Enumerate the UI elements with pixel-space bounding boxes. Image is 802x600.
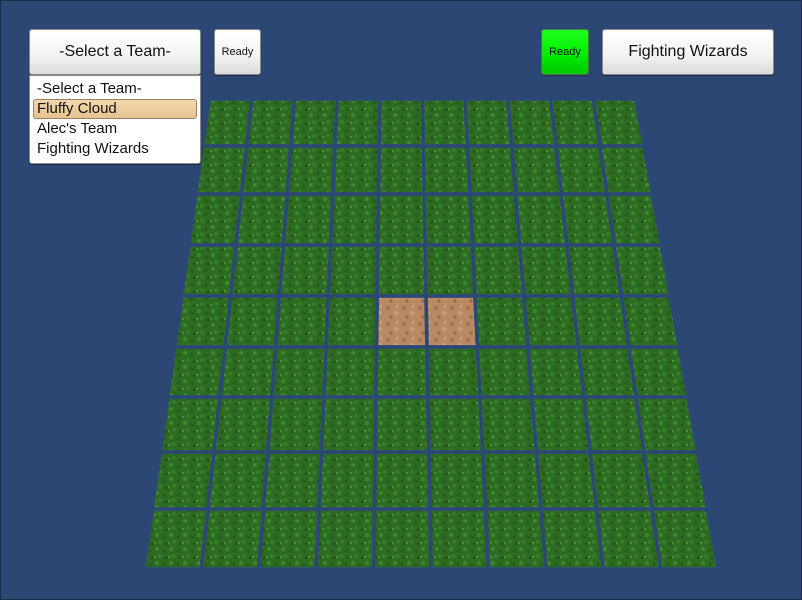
grass-tile[interactable] xyxy=(378,246,425,295)
grass-tile[interactable] xyxy=(329,246,377,295)
grass-tile[interactable] xyxy=(562,195,613,244)
grass-tile[interactable] xyxy=(516,195,566,244)
grass-tile[interactable] xyxy=(466,100,511,145)
dropdown-option[interactable]: Alec's Team xyxy=(33,119,197,139)
team-select-right[interactable]: Fighting Wizards xyxy=(602,29,774,75)
grass-tile[interactable] xyxy=(542,510,602,568)
grass-tile[interactable] xyxy=(284,195,332,244)
grass-tile[interactable] xyxy=(585,398,643,451)
grass-tile[interactable] xyxy=(428,348,479,396)
grass-tile[interactable] xyxy=(320,453,374,508)
grass-tile[interactable] xyxy=(608,195,661,244)
grass-tile[interactable] xyxy=(375,453,429,508)
grass-tile[interactable] xyxy=(202,510,263,568)
grass-tile[interactable] xyxy=(175,297,230,346)
grass-tile[interactable] xyxy=(429,398,482,451)
grass-tile[interactable] xyxy=(215,398,271,451)
grass-tile[interactable] xyxy=(226,297,279,346)
grass-tile[interactable] xyxy=(242,147,290,193)
grass-tile[interactable] xyxy=(512,147,560,193)
grass-tile[interactable] xyxy=(529,348,583,396)
grass-tile[interactable] xyxy=(637,398,697,451)
grass-tile[interactable] xyxy=(231,246,283,295)
grass-tile[interactable] xyxy=(327,297,376,346)
grass-tile[interactable] xyxy=(557,147,606,193)
grass-tile[interactable] xyxy=(161,398,219,451)
dropdown-option[interactable]: Fighting Wizards xyxy=(33,139,197,159)
grass-tile[interactable] xyxy=(374,510,430,568)
grass-tile[interactable] xyxy=(622,297,679,346)
grass-tile[interactable] xyxy=(376,398,428,451)
grass-tile[interactable] xyxy=(334,147,378,193)
grass-tile[interactable] xyxy=(568,246,621,295)
grass-tile[interactable] xyxy=(423,100,467,145)
team-dropdown-list[interactable]: -Select a Team- Fluffy Cloud Alec's Team… xyxy=(29,75,201,164)
grass-tile[interactable] xyxy=(209,453,267,508)
grass-tile[interactable] xyxy=(288,147,334,193)
grass-tile[interactable] xyxy=(520,246,572,295)
grass-tile[interactable] xyxy=(145,510,207,568)
grass-tile[interactable] xyxy=(615,246,670,295)
grass-tile[interactable] xyxy=(426,246,474,295)
grass-tile[interactable] xyxy=(653,510,717,568)
grass-tile[interactable] xyxy=(273,348,325,396)
grass-tile[interactable] xyxy=(377,348,427,396)
grass-tile[interactable] xyxy=(379,147,423,193)
ready-button-right[interactable]: Ready xyxy=(541,29,589,75)
grass-tile[interactable] xyxy=(594,100,643,145)
grass-tile[interactable] xyxy=(630,348,687,396)
grass-tile[interactable] xyxy=(483,453,540,508)
grass-tile[interactable] xyxy=(221,348,275,396)
grass-tile[interactable] xyxy=(183,246,235,295)
grass-tile[interactable] xyxy=(478,348,531,396)
grass-tile[interactable] xyxy=(336,100,379,145)
grass-tile[interactable] xyxy=(645,453,707,508)
grass-tile[interactable] xyxy=(197,147,246,193)
grass-tile[interactable] xyxy=(190,195,241,244)
grass-tile[interactable] xyxy=(473,246,523,295)
grass-tile[interactable] xyxy=(476,297,527,346)
grass-tile[interactable] xyxy=(260,510,318,568)
grass-tile[interactable] xyxy=(292,100,336,145)
team-select-dropdown[interactable]: -Select a Team- xyxy=(29,29,201,75)
dropdown-option[interactable]: -Select a Team- xyxy=(33,79,197,99)
grass-tile[interactable] xyxy=(468,147,515,193)
grass-tile[interactable] xyxy=(380,100,423,145)
ready-button-left[interactable]: Ready xyxy=(214,29,261,75)
grass-tile[interactable] xyxy=(537,453,596,508)
grass-tile[interactable] xyxy=(268,398,323,451)
grass-tile[interactable] xyxy=(317,510,374,568)
grass-tile[interactable] xyxy=(579,348,635,396)
grass-tile[interactable] xyxy=(280,246,330,295)
grass-tile[interactable] xyxy=(533,398,589,451)
grass-tile[interactable] xyxy=(597,510,660,568)
dropdown-option-selected[interactable]: Fluffy Cloud xyxy=(33,99,197,119)
grass-tile[interactable] xyxy=(331,195,378,244)
grass-tile[interactable] xyxy=(551,100,599,145)
grass-tile[interactable] xyxy=(424,147,469,193)
grass-tile[interactable] xyxy=(525,297,578,346)
grass-tile[interactable] xyxy=(509,100,555,145)
grass-tile[interactable] xyxy=(237,195,286,244)
grass-tile[interactable] xyxy=(425,195,472,244)
dirt-tile[interactable] xyxy=(377,297,426,346)
dirt-tile[interactable] xyxy=(427,297,477,346)
grass-tile[interactable] xyxy=(153,453,213,508)
grass-tile[interactable] xyxy=(591,453,651,508)
grass-tile[interactable] xyxy=(481,398,536,451)
grass-tile[interactable] xyxy=(322,398,375,451)
grass-tile[interactable] xyxy=(431,510,488,568)
grass-tile[interactable] xyxy=(203,100,251,145)
grass-tile[interactable] xyxy=(486,510,545,568)
grass-tile[interactable] xyxy=(169,348,224,396)
grass-tile[interactable] xyxy=(264,453,321,508)
grass-tile[interactable] xyxy=(471,195,519,244)
grass-tile[interactable] xyxy=(276,297,328,346)
grass-tile[interactable] xyxy=(379,195,424,244)
grass-tile[interactable] xyxy=(325,348,376,396)
grass-tile[interactable] xyxy=(430,453,485,508)
grass-tile[interactable] xyxy=(601,147,652,193)
grass-tile[interactable] xyxy=(247,100,294,145)
grass-tile[interactable] xyxy=(573,297,628,346)
